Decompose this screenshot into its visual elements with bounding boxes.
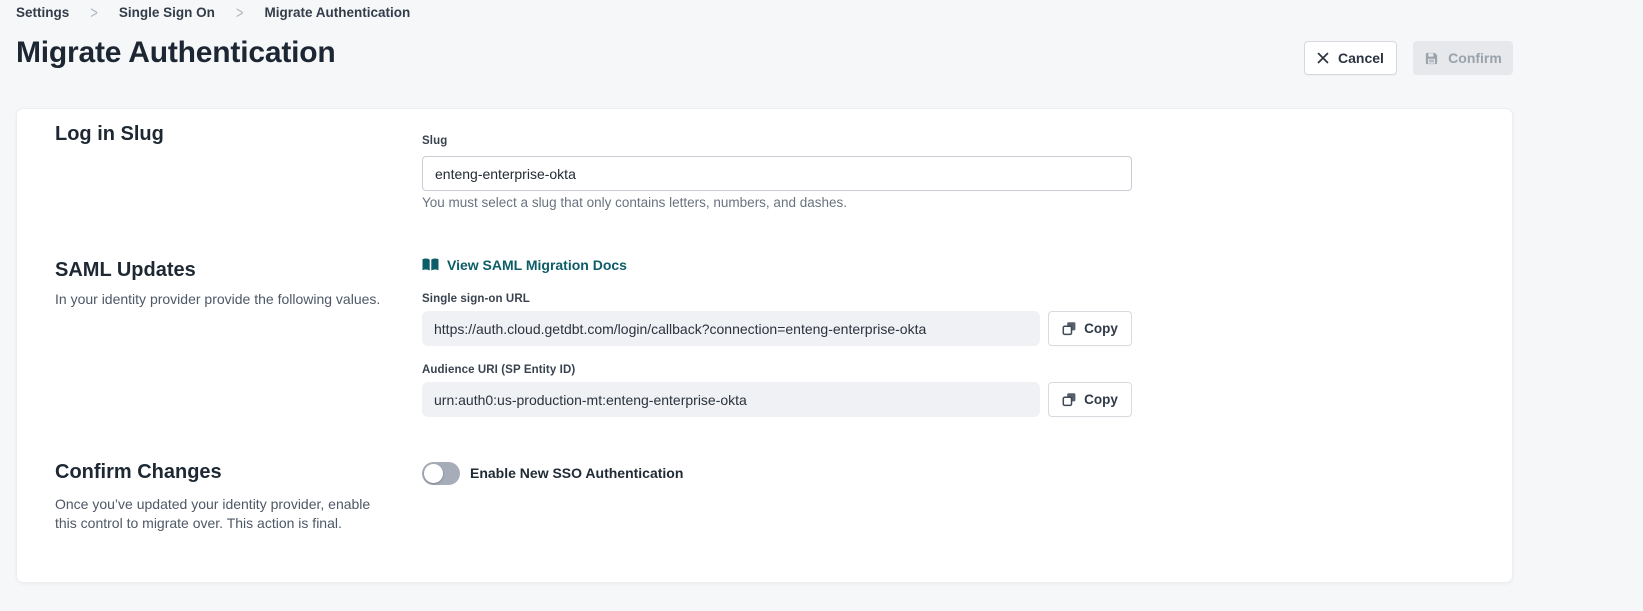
sso-url-field[interactable]: https://auth.cloud.getdbt.com/login/call… (422, 311, 1040, 346)
copy-audience-uri-button[interactable]: Copy (1048, 382, 1132, 417)
page-title: Migrate Authentication (16, 36, 336, 70)
save-icon (1424, 51, 1439, 66)
confirm-changes-description: Once you’ve updated your identity provid… (55, 495, 377, 533)
cancel-button[interactable]: Cancel (1304, 41, 1397, 75)
chevron-right-icon: > (90, 2, 98, 22)
migrate-authentication-page: Settings > Single Sign On > Migrate Auth… (0, 0, 1643, 611)
breadcrumb-settings[interactable]: Settings (16, 5, 69, 20)
saml-updates-heading: SAML Updates (55, 259, 196, 282)
copy-button-label: Copy (1084, 392, 1118, 407)
close-icon (1317, 52, 1329, 64)
slug-input[interactable] (422, 156, 1132, 191)
slug-helper-text: You must select a slug that only contain… (422, 195, 847, 210)
audience-uri-field[interactable]: urn:auth0:us-production-mt:enteng-enterp… (422, 382, 1040, 417)
breadcrumb-single-sign-on[interactable]: Single Sign On (119, 5, 215, 20)
audience-uri-label: Audience URI (SP Entity ID) (422, 364, 575, 376)
toggle-knob (424, 464, 443, 483)
slug-field-label: Slug (422, 135, 447, 147)
copy-icon (1062, 321, 1077, 336)
book-icon (422, 258, 439, 272)
copy-sso-url-button[interactable]: Copy (1048, 311, 1132, 346)
view-saml-migration-docs-label: View SAML Migration Docs (447, 257, 627, 273)
cancel-button-label: Cancel (1338, 50, 1384, 66)
login-slug-heading: Log in Slug (55, 123, 164, 146)
enable-sso-toggle[interactable] (422, 462, 460, 485)
view-saml-migration-docs-link[interactable]: View SAML Migration Docs (422, 257, 627, 273)
saml-updates-description: In your identity provider provide the fo… (55, 290, 385, 309)
breadcrumb-migrate-authentication: Migrate Authentication (264, 5, 410, 20)
settings-card: Log in Slug Slug You must select a slug … (16, 108, 1513, 583)
copy-button-label: Copy (1084, 321, 1118, 336)
confirm-button-label: Confirm (1448, 50, 1502, 66)
sso-url-label: Single sign-on URL (422, 293, 530, 305)
confirm-button[interactable]: Confirm (1413, 41, 1513, 75)
enable-sso-toggle-label: Enable New SSO Authentication (470, 465, 683, 481)
confirm-changes-heading: Confirm Changes (55, 461, 222, 484)
breadcrumb: Settings > Single Sign On > Migrate Auth… (16, 5, 410, 20)
copy-icon (1062, 392, 1077, 407)
chevron-right-icon: > (236, 2, 244, 22)
